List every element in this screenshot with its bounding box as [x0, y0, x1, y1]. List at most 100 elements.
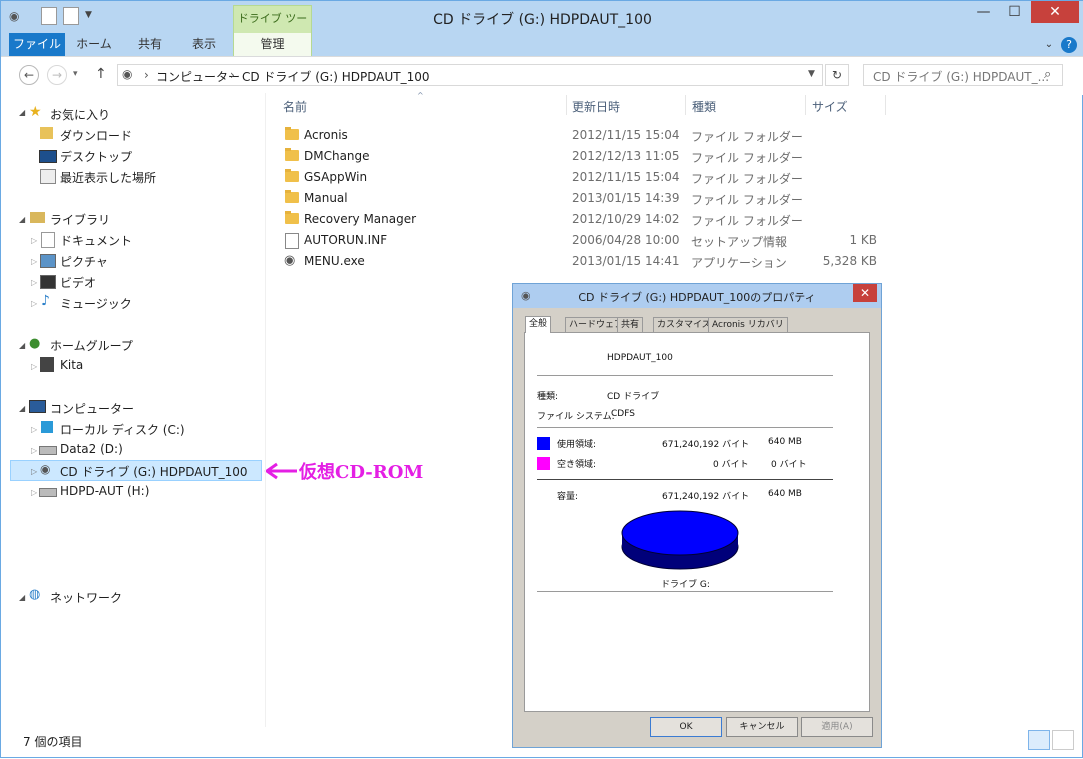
collapse-icon[interactable]: ◢ — [19, 593, 25, 602]
type-value: CD ドライブ — [607, 392, 660, 402]
column-divider[interactable] — [566, 95, 567, 115]
breadcrumb-computer[interactable]: コンピューター — [156, 68, 240, 85]
nav-pictures[interactable]: ピクチャ — [60, 253, 108, 270]
back-button[interactable]: ← — [19, 65, 39, 85]
file-row[interactable]: AUTORUN.INF 2006/04/28 10:00 セットアップ情報 1 … — [277, 230, 887, 251]
apply-button[interactable]: 適用(A) — [801, 717, 873, 737]
file-size: 5,328 KB — [822, 254, 877, 268]
expand-icon[interactable]: ▷ — [31, 278, 37, 287]
library-icon — [30, 212, 45, 223]
address-dropdown-icon[interactable]: ▼ — [808, 69, 815, 79]
expand-icon[interactable]: ▷ — [31, 257, 37, 266]
nav-documents[interactable]: ドキュメント — [60, 232, 132, 249]
nav-drive-d[interactable]: Data2 (D:) — [60, 442, 123, 456]
expand-icon[interactable]: ▷ — [31, 236, 37, 245]
homegroup-icon: ● — [29, 336, 41, 351]
search-box[interactable]: CD ドライブ (G:) HDPDAUT_... ⌕ — [863, 64, 1063, 86]
search-input[interactable]: CD ドライブ (G:) HDPDAUT_... — [873, 68, 1049, 85]
ribbon-expand-icon[interactable]: ⌄ — [1041, 33, 1057, 56]
nav-network[interactable]: ネットワーク — [50, 589, 122, 606]
column-header-date[interactable]: 更新日時 — [572, 98, 620, 115]
collapse-icon[interactable]: ◢ — [19, 404, 25, 413]
file-date: 2013/01/15 14:41 — [572, 254, 680, 268]
up-button[interactable]: ↑ — [95, 66, 107, 82]
details-view-icon[interactable] — [1028, 730, 1050, 750]
nav-downloads[interactable]: ダウンロード — [60, 127, 132, 144]
help-button[interactable]: ? — [1061, 37, 1077, 53]
large-icons-view-icon[interactable] — [1052, 730, 1074, 750]
nav-desktop[interactable]: デスクトップ — [60, 148, 132, 165]
expand-icon[interactable]: ▷ — [31, 299, 37, 308]
tab-file[interactable]: ファイル — [9, 33, 65, 56]
nav-drive-g[interactable]: CD ドライブ (G:) HDPDAUT_100 — [60, 463, 248, 480]
folder-icon — [285, 169, 299, 182]
close-button[interactable]: ✕ — [1031, 1, 1079, 23]
file-date: 2012/10/29 14:02 — [572, 212, 680, 226]
file-date: 2012/11/15 15:04 — [572, 128, 680, 142]
nav-videos[interactable]: ビデオ — [60, 274, 96, 291]
breadcrumb-separator[interactable]: › — [144, 68, 149, 82]
minimize-button[interactable]: — — [968, 1, 999, 23]
file-name: Acronis — [304, 128, 348, 142]
file-row[interactable]: GSAppWin 2012/11/15 15:04 ファイル フォルダー — [277, 167, 887, 188]
window-title: CD ドライブ (G:) HDPDAUT_100 — [433, 12, 652, 28]
breadcrumb-current[interactable]: CD ドライブ (G:) HDPDAUT_100 — [242, 68, 430, 85]
recent-locations-icon[interactable]: ▾ — [73, 69, 78, 79]
refresh-button[interactable]: ↻ — [825, 64, 849, 86]
collapse-icon[interactable]: ◢ — [19, 215, 25, 224]
column-header-size[interactable]: サイズ — [812, 98, 848, 115]
file-row[interactable]: Acronis 2012/11/15 15:04 ファイル フォルダー — [277, 125, 887, 146]
expand-icon[interactable]: ▷ — [31, 446, 37, 455]
column-divider[interactable] — [685, 95, 686, 115]
tab-view[interactable]: 表示 — [179, 33, 229, 56]
used-space-swatch — [537, 437, 550, 450]
cancel-button[interactable]: キャンセル — [726, 717, 798, 737]
file-row[interactable]: ◉ MENU.exe 2013/01/15 14:41 アプリケーション 5,3… — [277, 251, 887, 272]
column-header-name[interactable]: 名前 — [283, 98, 307, 115]
expand-icon[interactable]: ▷ — [31, 362, 37, 371]
dialog-tab-general[interactable]: 全般 — [525, 316, 552, 333]
cd-drive-icon: ◉ — [40, 462, 51, 476]
nav-drive-c[interactable]: ローカル ディスク (C:) — [60, 421, 185, 438]
pane-divider[interactable] — [265, 93, 266, 727]
ok-button[interactable]: OK — [650, 717, 722, 737]
breadcrumb-separator[interactable]: › — [230, 68, 235, 82]
dialog-close-button[interactable]: ✕ — [853, 284, 877, 302]
tab-home[interactable]: ホーム — [69, 33, 119, 56]
expand-icon[interactable]: ▷ — [31, 467, 37, 476]
nav-recent-places[interactable]: 最近表示した場所 — [60, 169, 156, 186]
used-space-label: 使用領域: — [557, 440, 597, 450]
expand-icon[interactable]: ▷ — [31, 425, 37, 434]
search-icon[interactable]: ⌕ — [1044, 67, 1051, 82]
separator — [537, 427, 833, 428]
nav-homegroup[interactable]: ホームグループ — [50, 337, 133, 354]
nav-drive-h[interactable]: HDPD-AUT (H:) — [60, 484, 149, 498]
file-row[interactable]: Manual 2013/01/15 14:39 ファイル フォルダー — [277, 188, 887, 209]
nav-homegroup-user[interactable]: Kita — [60, 358, 83, 372]
nav-computer[interactable]: コンピューター — [50, 400, 134, 417]
separator — [537, 591, 833, 592]
dialog-tab-sharing[interactable]: 共有 — [617, 317, 644, 333]
column-divider[interactable] — [805, 95, 806, 115]
nav-music[interactable]: ミュージック — [60, 295, 132, 312]
collapse-icon[interactable]: ◢ — [19, 108, 25, 117]
nav-libraries[interactable]: ライブラリ — [50, 211, 110, 228]
nav-favorites[interactable]: お気に入り — [50, 106, 110, 123]
file-type: ファイル フォルダー — [691, 172, 803, 186]
title-bar: ◉ ▼ CD ドライブ (G:) HDPDAUT_100 — ☐ ✕ — [1, 1, 1083, 33]
column-divider[interactable] — [885, 95, 886, 115]
column-header-type[interactable]: 種類 — [692, 98, 716, 115]
maximize-button[interactable]: ☐ — [999, 1, 1030, 23]
file-row[interactable]: DMChange 2012/12/13 11:05 ファイル フォルダー — [277, 146, 887, 167]
forward-button[interactable]: → — [47, 65, 67, 85]
file-row[interactable]: Recovery Manager 2012/10/29 14:02 ファイル フ… — [277, 209, 887, 230]
address-bar[interactable]: ◉ › コンピューター › CD ドライブ (G:) HDPDAUT_100 ▼ — [117, 64, 823, 86]
tab-manage[interactable]: 管理 — [233, 33, 312, 56]
expand-icon[interactable]: ▷ — [31, 488, 37, 497]
collapse-icon[interactable]: ◢ — [19, 341, 25, 350]
dialog-tab-acronis-recovery[interactable]: Acronis リカバリ — [708, 317, 788, 333]
file-type: ファイル フォルダー — [691, 214, 803, 228]
file-type: セットアップ情報 — [691, 235, 788, 249]
dialog-tab-customize[interactable]: カスタマイズ — [653, 317, 715, 333]
tab-share[interactable]: 共有 — [125, 33, 175, 56]
